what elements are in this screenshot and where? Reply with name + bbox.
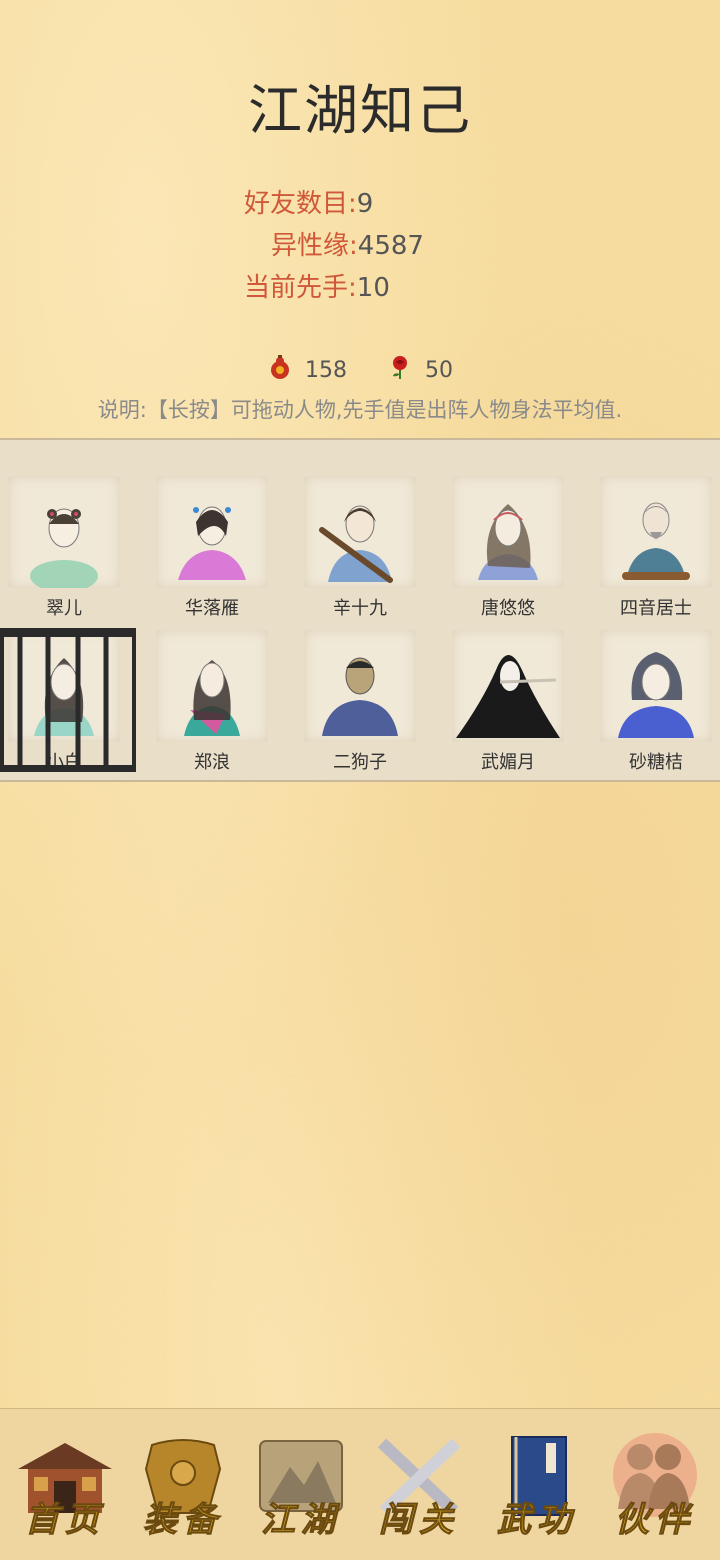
- page-title: 江湖知己: [248, 79, 472, 142]
- character-name: 唐悠悠: [481, 598, 535, 619]
- character-portrait: [452, 476, 564, 588]
- character-roster: 翠儿 华落雁 辛十九 唐悠悠 四音居士 小白 郑浪 二狗子 武媚月 砂糖桔: [0, 438, 720, 782]
- nav-label: 武功: [497, 1500, 577, 1541]
- character-card-xiaobai[interactable]: 小白: [0, 628, 148, 780]
- nav-label: 首页: [25, 1500, 105, 1541]
- nav-home[interactable]: 首页: [10, 1429, 120, 1549]
- character-card-tangyouyou[interactable]: 唐悠悠: [444, 476, 592, 626]
- character-portrait: [600, 476, 712, 588]
- wine-gourd-icon: [267, 354, 293, 386]
- character-card-zhenglang[interactable]: 郑浪: [148, 630, 296, 780]
- character-portrait: [304, 630, 416, 742]
- resource-bar: 158 50: [0, 352, 720, 388]
- character-name: 辛十九: [333, 598, 387, 619]
- nav-jianghu[interactable]: 江湖: [246, 1429, 356, 1549]
- rose-count: 50: [425, 357, 453, 383]
- character-name: 华落雁: [185, 598, 239, 619]
- character-name: 砂糖桔: [629, 752, 683, 773]
- nav-equipment[interactable]: 装备: [128, 1429, 238, 1549]
- stat-initiative: 当前先手:10: [244, 273, 390, 303]
- character-name: 郑浪: [194, 752, 230, 773]
- rose-icon: [387, 354, 413, 386]
- character-card-wumeiyue[interactable]: 武媚月: [444, 630, 592, 780]
- nav-martial-arts[interactable]: 武功: [482, 1429, 592, 1549]
- character-card-shatangju[interactable]: 砂糖桔: [592, 630, 720, 780]
- resource-rose: 50: [387, 354, 453, 386]
- nav-challenge[interactable]: 闯关: [364, 1429, 474, 1549]
- stat-label: 好友数目: [244, 189, 349, 219]
- character-portrait: [304, 476, 416, 588]
- nav-label: 江湖: [261, 1500, 341, 1541]
- instruction-note: 说明:【长按】可拖动人物,先手值是出阵人物身法平均值.: [97, 398, 623, 422]
- character-name: 翠儿: [46, 598, 82, 619]
- character-name: 二狗子: [333, 752, 387, 773]
- stat-value: 10: [356, 273, 390, 303]
- character-portrait: [156, 476, 268, 588]
- character-name: 小白: [46, 752, 82, 773]
- nav-label: 伙伴: [615, 1500, 695, 1541]
- stat-value: 9: [356, 189, 374, 219]
- character-portrait: [156, 630, 268, 742]
- stat-label: 异性缘: [271, 231, 350, 261]
- nav-label: 装备: [143, 1500, 223, 1541]
- character-portrait: [600, 630, 712, 742]
- stat-label: 当前先手: [244, 273, 349, 303]
- resource-gourd: 158: [267, 354, 347, 386]
- character-name: 四音居士: [620, 598, 692, 619]
- character-portrait: [8, 476, 120, 592]
- nav-label: 闯关: [379, 1500, 459, 1541]
- character-card-hualuoyan[interactable]: 华落雁: [148, 476, 296, 626]
- stat-friend-count: 好友数目:9: [244, 189, 374, 219]
- gourd-count: 158: [305, 357, 347, 383]
- character-portrait: [452, 630, 564, 742]
- stat-charm: 异性缘:4587: [271, 231, 424, 261]
- character-card-siyinjushi[interactable]: 四音居士: [592, 476, 720, 626]
- character-name: 武媚月: [481, 752, 535, 773]
- character-portrait: [8, 630, 120, 742]
- character-card-cuier[interactable]: 翠儿: [0, 476, 148, 626]
- character-card-xinshijiu[interactable]: 辛十九: [296, 476, 444, 626]
- nav-companions[interactable]: 伙伴: [600, 1429, 710, 1549]
- character-card-ergouzi[interactable]: 二狗子: [296, 630, 444, 780]
- bottom-nav: 首页 装备 江湖 闯关 武功 伙伴: [0, 1408, 720, 1560]
- stat-value: 4587: [357, 231, 424, 261]
